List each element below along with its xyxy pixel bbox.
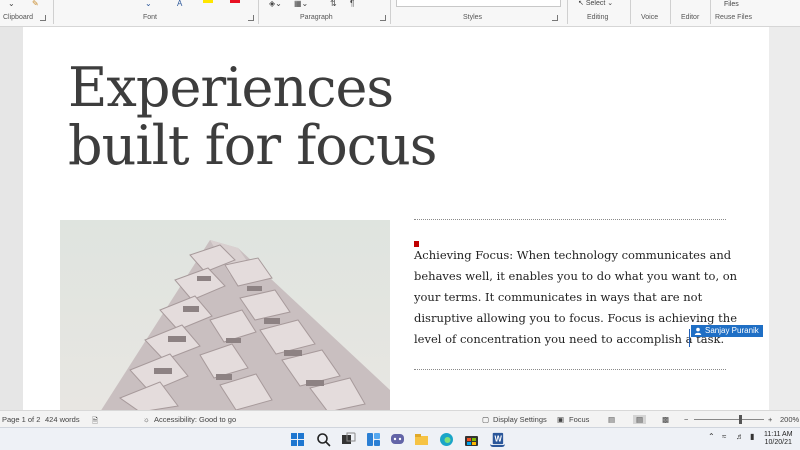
select-icon: ↖ [578,0,584,7]
group-styles-label: Styles [463,14,483,21]
building-illustration [60,220,390,410]
clipboard-launcher-icon[interactable] [40,15,46,21]
coauthor-tag[interactable]: Sanjay Puranik [691,325,763,337]
windows-start-icon[interactable] [290,432,305,447]
word-app-icon[interactable]: W [490,432,505,447]
ribbon-divider [567,0,568,24]
zoom-slider-thumb[interactable] [739,415,742,424]
ribbon-divider [710,0,711,24]
files-label[interactable]: Files [724,1,739,8]
focus-icon[interactable]: ▣ [557,415,564,424]
ribbon-divider [390,0,391,24]
document-title-line-2: built for focus [68,114,437,177]
battery-icon[interactable]: ▮ [750,432,754,441]
accessibility-status[interactable]: Accessibility: Good to go [154,415,236,424]
paragraph-line: disruptive allowing you to focus. Focus … [414,311,737,325]
group-font-label: Font [143,14,158,21]
document-title[interactable]: Experiences built for focus [68,56,437,177]
group-editing-label: Editing [587,14,609,21]
ribbon: ⌄ ✎ Clipboard ⌄ A Font ◈⌄ ▦⌄ ⇅ ¶ Paragra… [0,0,800,27]
display-settings-icon[interactable]: ▢ [482,415,489,424]
widgets-icon[interactable] [366,432,381,447]
word-count[interactable]: 424 words [45,415,80,424]
ribbon-divider [258,0,259,24]
styles-gallery[interactable] [396,0,561,7]
shading-icon[interactable]: ◈⌄ [269,0,282,8]
coauthor-cursor [689,329,690,347]
system-clock[interactable]: 11:11 AM 10/20/21 [764,431,793,447]
file-explorer-icon[interactable] [414,432,429,447]
accessibility-icon[interactable]: ☼ [143,415,150,424]
ribbon-divider [53,0,54,24]
paragraph-launcher-icon[interactable] [380,15,386,21]
format-painter-icon[interactable]: ✎ [32,0,39,8]
group-editor-label: Editor [681,14,700,21]
zoom-in-icon[interactable]: + [768,415,772,424]
taskbar: W ⌃ ≈ ♬ ▮ 11:11 AM 10/20/21 [0,427,800,450]
building-photo[interactable] [60,220,390,410]
font-launcher-icon[interactable] [248,15,254,21]
paragraph-line: behaves well, it enables you to do what … [414,269,738,283]
focus-button[interactable]: Focus [569,415,589,424]
store-icon[interactable] [464,432,479,447]
edge-browser-icon[interactable] [439,432,454,447]
paragraph-line: your terms. It communicates in ways that… [414,290,703,304]
zoom-level[interactable]: 200% [780,415,799,424]
paragraph-line: Achieving Focus: When technology communi… [414,248,732,262]
select-label: Select [585,0,606,7]
vertical-scrollbar[interactable] [769,27,800,410]
group-reuse-files-label: Reuse Files [715,14,752,21]
web-layout-icon[interactable]: ▩ [662,415,669,424]
wifi-icon[interactable]: ≈ [722,432,726,441]
font-color-swatch[interactable] [230,0,240,3]
pilcrow-icon[interactable]: ¶ [350,0,354,8]
word-window: ⌄ ✎ Clipboard ⌄ A Font ◈⌄ ▦⌄ ⇅ ¶ Paragra… [0,0,800,450]
teams-chat-icon[interactable] [390,432,405,447]
select-button[interactable]: ↖ Select ⌄ [578,0,613,7]
coauthor-name: Sanjay Puranik [705,326,759,335]
paragraph-line: level of concentration you need to accom… [414,332,725,346]
read-mode-icon[interactable]: ▤ [608,415,615,424]
divider-bottom [414,369,726,370]
highlight-color-swatch[interactable] [203,0,213,3]
zoom-slider[interactable] [694,419,764,420]
clock-date: 10/20/21 [764,439,792,446]
task-view-icon[interactable] [341,432,356,447]
chevron-down-icon[interactable]: ⌄ [8,0,15,8]
group-voice-label: Voice [641,14,659,21]
focus-paragraph[interactable]: Achieving Focus: When technology communi… [414,245,738,350]
ribbon-divider [670,0,671,24]
font-color-dropdown-icon[interactable]: ⌄ [145,0,152,8]
svg-text:W: W [494,435,502,444]
zoom-out-icon[interactable]: − [684,415,688,424]
search-icon[interactable] [316,432,331,447]
page-count[interactable]: Page 1 of 2 [2,415,40,424]
text-effects-icon[interactable]: A [177,0,182,8]
group-paragraph-label: Paragraph [300,14,333,21]
chevron-up-icon[interactable]: ⌃ [708,432,715,441]
volume-icon[interactable]: ♬ [736,432,744,441]
person-icon [694,327,702,335]
group-clipboard-label: Clipboard [3,14,33,21]
sort-icon[interactable]: ⇅ [330,0,337,8]
borders-icon[interactable]: ▦⌄ [294,0,308,8]
print-layout-icon[interactable]: ▤ [633,415,647,424]
divider-top [414,219,726,220]
ribbon-divider [630,0,631,24]
status-bar: Page 1 of 2 424 words 🗎 ☼ Accessibility:… [0,410,800,427]
document-page[interactable]: Experiences built for focus Achieving Fo… [23,27,769,410]
styles-launcher-icon[interactable] [552,15,558,21]
document-title-line-1: Experiences [68,56,394,119]
clock-time: 11:11 AM [764,431,793,438]
display-settings-button[interactable]: Display Settings [493,415,547,424]
